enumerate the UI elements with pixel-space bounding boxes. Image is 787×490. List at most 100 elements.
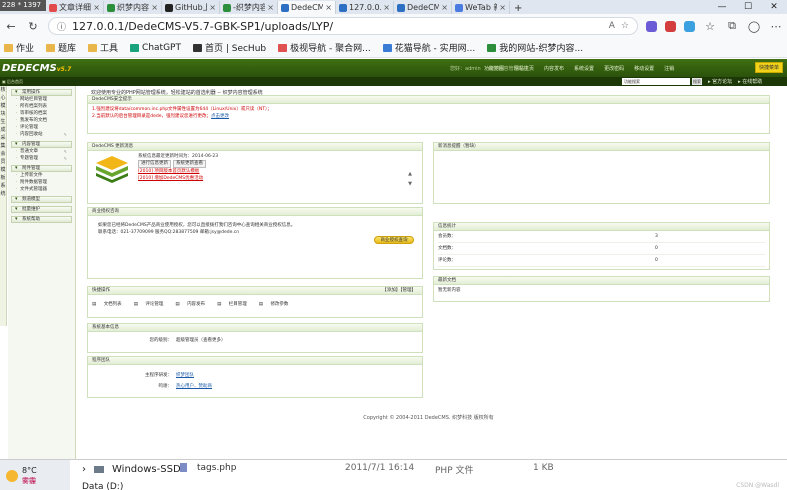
scroll-up-icon[interactable]: ▲ [408,171,412,178]
sidebar-item[interactable]: 等审核的档案 [8,110,75,117]
tab-close-icon[interactable]: × [209,3,216,12]
top-nav-link[interactable]: 系统设置 [574,65,594,72]
search-button[interactable]: 搜索 [692,78,702,85]
add-icon[interactable]: ✎ [64,131,67,138]
browser-tab[interactable]: GitHub上 × [162,1,220,14]
sub-link[interactable]: ▸ 在线帮助 [738,78,762,85]
sidebar-item[interactable]: 所有档案列表 [8,103,75,110]
vertical-tab-char[interactable]: 成 [0,126,6,134]
url-field[interactable]: ⓘ 127.0.0.1/DedeCMS-V5.7-GBK-SP1/uploads… [48,17,638,35]
vertical-tab-char[interactable]: 块 [0,110,6,118]
sidebar-item[interactable]: 上传新文件 [8,172,75,179]
close-icon[interactable]: ✕ [761,0,787,14]
sidebar-item[interactable]: 我发布的文档 [8,117,75,124]
add-icon[interactable]: ✎ [64,155,67,162]
collections-icon[interactable]: ⧉ [725,19,739,33]
sidebar-item[interactable]: 专题管理 ✎ [8,155,75,162]
add-icon[interactable]: ✎ [64,148,67,155]
favorite-folder[interactable]: 工具 [88,41,118,54]
vertical-tab-char[interactable]: 员 [0,158,6,166]
info-icon[interactable]: ⓘ [57,20,66,33]
quick-link[interactable]: ▤ 内容发布 [175,302,211,307]
favorite-link[interactable]: 极视导航 - 聚合网... [278,41,371,54]
vertical-tab-char[interactable]: 生 [0,118,6,126]
maximize-icon[interactable]: ☐ [735,0,761,14]
sidebar-section-header[interactable]: 批量维护 [11,206,72,213]
explorer-tree-item[interactable]: Data (D:) [82,482,123,490]
vertical-tab-char[interactable]: 心 [0,94,6,102]
profile-icon[interactable]: ◯ [747,20,761,33]
extension-icon[interactable] [646,20,657,32]
tab-close-icon[interactable]: × [383,3,390,12]
sidebar-item[interactable]: 内容回收站 ✎ [8,131,75,138]
sidebar-section-header[interactable]: 内容管理 [11,141,72,148]
function-search-input[interactable]: 功能搜索 [622,78,690,85]
browser-tab[interactable]: 文章详细 × [46,1,104,14]
sidebar-item[interactable]: 评论管理 [8,124,75,131]
quick-link[interactable]: ▤ 文档列表 [92,302,128,307]
top-nav-link[interactable]: 内容发布 [544,65,564,72]
favorite-link[interactable]: ChatGPT [130,43,181,53]
quick-actions[interactable]: 【添加】【管理】 [382,287,416,295]
sub-link[interactable]: ▸ 官方论坛 [708,78,732,85]
favorite-link[interactable]: 花猫导航 - 实用网... [382,41,475,54]
browser-tab[interactable]: 织梦内容 × [104,1,162,14]
browser-tab[interactable]: DedeCM × [278,1,336,14]
tab-close-icon[interactable]: × [499,3,506,12]
favorites-icon[interactable]: ☆ [703,20,717,33]
tab-close-icon[interactable]: × [441,3,448,12]
back-icon[interactable]: ← [4,20,18,33]
tab-close-icon[interactable]: × [151,3,158,12]
favorite-folder[interactable]: 题库 [46,41,76,54]
sidebar-item[interactable]: 网站栏目管理 [8,96,75,103]
browser-tab[interactable]: 127.0.0.1× [336,1,394,14]
vertical-tab-char[interactable]: 核 [0,86,6,94]
vertical-tab-char[interactable]: 板 [0,174,6,182]
vertical-tab-char[interactable]: 模 [0,166,6,174]
favorite-link[interactable]: 我的网站-织梦内容... [487,41,583,54]
sidebar-section-header[interactable]: 附件管理 [11,165,72,172]
sidebar-item[interactable]: 附件数据管理 [8,179,75,186]
tab-close-icon[interactable]: × [93,3,100,12]
vertical-tab-char[interactable]: 模 [0,102,6,110]
team-link[interactable]: 织梦团队 [176,373,194,378]
vertical-tab-char[interactable]: 集 [0,142,6,150]
file-row[interactable]: tags.php [180,463,236,473]
system-update-button[interactable]: 系统更新查看 [173,160,206,168]
browser-tab[interactable]: -织梦内容 × [220,1,278,14]
quick-link[interactable]: ▤ 栏目管理 [217,302,253,307]
more-icon[interactable]: ⋯ [769,20,783,33]
quick-menu-button[interactable]: 快捷菜单 [754,62,783,73]
news-item[interactable]: [2010] 项目版本首页默认模板 [138,168,418,175]
quick-link[interactable]: ▤ 修改参数 [259,302,295,307]
scroll-down-icon[interactable]: ▼ [408,181,412,188]
explorer-tree-item[interactable]: › Windows-SSD [82,464,181,475]
read-aloud-icon[interactable]: A [609,21,615,31]
minimize-icon[interactable]: — [709,0,735,14]
admin-home-link[interactable]: ▣ 后台首页 [0,79,23,85]
sidebar-section-header[interactable]: 频道模型 [11,196,72,203]
tab-close-icon[interactable]: × [267,3,274,12]
extension-icon[interactable] [684,20,695,32]
top-nav-link[interactable]: 移动设置 [634,65,654,72]
favorite-star-icon[interactable]: ☆ [621,21,629,31]
top-nav-link[interactable]: 更改密码 [604,65,624,72]
refresh-icon[interactable]: ↻ [26,20,40,33]
thanks-link[interactable]: 热心用户、赞助商 [176,384,212,389]
top-nav-link[interactable]: 注销 [664,65,674,72]
weather-widget[interactable]: 8°C 雾霾 [0,460,70,490]
browser-tab[interactable]: WeTab 新× [452,1,510,14]
vertical-tab-char[interactable]: 系 [0,182,6,190]
sidebar-item[interactable]: 文件式管理器 [8,186,75,193]
sidebar-item[interactable]: 普通文章 ✎ [8,148,75,155]
extension-icon[interactable] [665,20,676,32]
sidebar-section-header[interactable]: 常用操作 [11,89,72,96]
change-dir-link[interactable]: 点击更改 [211,114,229,119]
vertical-tab-char[interactable]: 统 [0,190,6,198]
browser-tab[interactable]: DedeCM × [394,1,452,14]
quick-link[interactable]: ▤ 评论管理 [134,302,170,307]
info-update-button[interactable]: 进行信息更新 [138,160,171,168]
news-item[interactable]: [2010] 增加DedeCMS优惠活动 [138,175,418,182]
tab-close-icon[interactable]: × [325,3,332,12]
vertical-tab-char[interactable]: 会 [0,150,6,158]
